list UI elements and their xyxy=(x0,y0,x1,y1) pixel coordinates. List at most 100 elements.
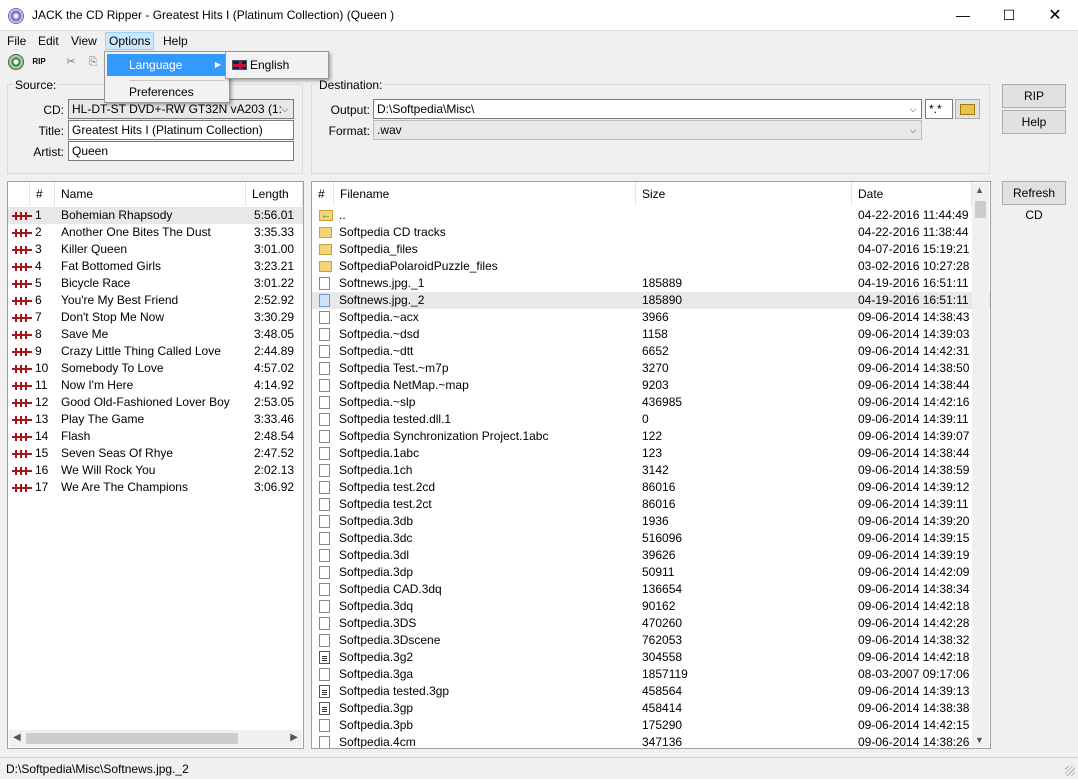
file-row[interactable]: Softpedia.3pb 175290 09-06-2014 14:42:15 xyxy=(312,717,990,734)
column-header-size[interactable]: Size xyxy=(636,182,852,206)
menu-item-english[interactable]: English xyxy=(228,54,326,76)
copy-icon[interactable]: ⎘ xyxy=(84,53,102,71)
file-row[interactable]: Softpedia.3gp 458414 09-06-2014 14:38:38 xyxy=(312,700,990,717)
file-row[interactable]: Softnews.jpg._1 185889 04-19-2016 16:51:11 xyxy=(312,275,990,292)
track-list-header-icon[interactable] xyxy=(8,182,30,206)
track-row[interactable]: 10 Somebody To Love 4:57.02 xyxy=(8,360,303,377)
output-path-select[interactable]: D:\Softpedia\Misc\ ⌵ xyxy=(373,99,922,119)
scroll-left-icon[interactable]: ◀ xyxy=(13,732,21,743)
menu-file[interactable]: File xyxy=(4,33,29,51)
menu-view[interactable]: View xyxy=(68,33,100,51)
file-size: 1158 xyxy=(642,327,668,341)
file-row[interactable]: Softpedia CAD.3dq 136654 09-06-2014 14:38:… xyxy=(312,581,990,598)
scroll-up-icon[interactable]: ▲ xyxy=(975,185,984,195)
file-row[interactable]: Softpedia.1ch 3142 09-06-2014 14:38:59 xyxy=(312,462,990,479)
file-row[interactable]: SoftpediaPolaroidPuzzle_files 03-02-2016 … xyxy=(312,258,990,275)
file-row[interactable]: Softpedia.3ga 1857119 08-03-2007 09:17:06 xyxy=(312,666,990,683)
rip-button[interactable]: RIP xyxy=(1002,84,1066,108)
resize-grip-icon[interactable] xyxy=(1065,766,1075,776)
file-row[interactable]: Softpedia tested.3gp 458564 09-06-2014 14:… xyxy=(312,683,990,700)
rip-toolbar-button[interactable]: RIP xyxy=(30,53,48,71)
file-row[interactable]: Softpedia.3Dscene 762053 09-06-2014 14:38:… xyxy=(312,632,990,649)
track-row[interactable]: 1 Bohemian Rhapsody 5:56.01 xyxy=(8,207,303,224)
menu-options[interactable]: Options xyxy=(105,32,155,50)
file-row[interactable]: Softpedia.1abc 123 09-06-2014 14:38:44 xyxy=(312,445,990,462)
file-row[interactable]: Softpedia NetMap.~map 9203 09-06-2014 14:3… xyxy=(312,377,990,394)
format-select[interactable]: .wav ⌵ xyxy=(373,120,922,140)
file-row[interactable]: Softpedia Test.~m7p 3270 09-06-2014 14:38:… xyxy=(312,360,990,377)
cd-label: CD: xyxy=(43,103,64,117)
file-row[interactable]: Softpedia.~dtt 6652 09-06-2014 14:42:31 xyxy=(312,343,990,360)
track-row[interactable]: 13 Play The Game 3:33.46 xyxy=(8,411,303,428)
menu-item-preferences[interactable]: Preferences xyxy=(107,81,227,103)
file-row[interactable]: Softpedia.3dp 50911 09-06-2014 14:42:09 xyxy=(312,564,990,581)
file-row[interactable]: Softpedia.3dc 516096 09-06-2014 14:39:15 xyxy=(312,530,990,547)
track-row[interactable]: 2 Another One Bites The Dust 3:35.33 xyxy=(8,224,303,241)
file-row[interactable]: Softpedia test.2cd 86016 09-06-2014 14:39:… xyxy=(312,479,990,496)
horizontal-scrollbar[interactable]: ◀ ▶ xyxy=(9,730,302,747)
scroll-right-icon[interactable]: ▶ xyxy=(290,732,298,743)
track-row[interactable]: 12 Good Old-Fashioned Lover Boy 2:53.05 xyxy=(8,394,303,411)
file-row[interactable]: Softpedia CD tracks 04-22-2016 11:38:44 xyxy=(312,224,990,241)
scroll-down-icon[interactable]: ▼ xyxy=(975,735,984,745)
file-row[interactable]: Softpedia tested.dll.1 0 09-06-2014 14:39:… xyxy=(312,411,990,428)
maximize-button[interactable]: ☐ xyxy=(986,0,1032,31)
file-row[interactable]: Softpedia test.2ct 86016 09-06-2014 14:39:… xyxy=(312,496,990,513)
menu-item-language[interactable]: Language ▶ xyxy=(107,54,227,76)
column-header-name[interactable]: Name xyxy=(55,182,246,206)
track-row[interactable]: 5 Bicycle Race 3:01.22 xyxy=(8,275,303,292)
track-row[interactable]: 7 Don't Stop Me Now 3:30.29 xyxy=(8,309,303,326)
minimize-button[interactable]: — xyxy=(940,0,986,31)
file-row[interactable]: Softpedia.3g2 304558 09-06-2014 14:42:18 xyxy=(312,649,990,666)
file-row[interactable]: .. 04-22-2016 11:44:49 xyxy=(312,207,990,224)
track-row[interactable]: 8 Save Me 3:48.05 xyxy=(8,326,303,343)
refresh-cd-button[interactable]: Refresh CD xyxy=(1002,181,1066,222)
file-filter-input[interactable]: *.* xyxy=(925,99,953,119)
file-date: 09-06-2014 14:39:11 xyxy=(858,412,969,426)
file-row[interactable]: Softpedia.4cm 347136 09-06-2014 14:38:26 xyxy=(312,734,990,749)
column-header-number[interactable]: # xyxy=(30,182,55,206)
scrollbar-thumb[interactable] xyxy=(26,733,238,744)
file-row[interactable]: Softpedia_files 04-07-2016 15:19:21 xyxy=(312,241,990,258)
browse-folder-button[interactable] xyxy=(955,99,980,119)
cut-icon[interactable]: ✂ xyxy=(62,53,80,71)
column-header-length[interactable]: Length xyxy=(246,182,303,206)
language-label: Language xyxy=(129,58,183,72)
track-name: Another One Bites The Dust xyxy=(61,225,211,239)
file-row[interactable]: Softpedia.3db 1936 09-06-2014 14:39:20 xyxy=(312,513,990,530)
close-button[interactable]: ✕ xyxy=(1032,0,1078,31)
column-header-filename[interactable]: Filename xyxy=(334,182,636,206)
column-header-number[interactable]: # xyxy=(312,182,334,206)
track-row[interactable]: 4 Fat Bottomed Girls 3:23.21 xyxy=(8,258,303,275)
file-row[interactable]: Softpedia.~dsd 1158 09-06-2014 14:39:03 xyxy=(312,326,990,343)
column-header-date[interactable]: Date xyxy=(852,182,972,206)
help-button[interactable]: Help xyxy=(1002,110,1066,134)
track-name: Now I'm Here xyxy=(61,378,134,392)
track-row[interactable]: 6 You're My Best Friend 2:52.92 xyxy=(8,292,303,309)
track-list[interactable]: # Name Length 1 Bohemian Rhapsody 5:56.01 2… xyxy=(7,181,304,749)
file-list[interactable]: # Filename Size Date .. 04-22-2016 11:44:… xyxy=(311,181,991,749)
track-row[interactable]: 14 Flash 2:48.54 xyxy=(8,428,303,445)
cd-icon[interactable] xyxy=(8,54,24,70)
menu-edit[interactable]: Edit xyxy=(35,33,62,51)
file-row[interactable]: Softpedia.3dq 90162 09-06-2014 14:42:18 xyxy=(312,598,990,615)
file-row[interactable]: Softpedia Synchronization Project.1abc 12… xyxy=(312,428,990,445)
track-row[interactable]: 11 Now I'm Here 4:14.92 xyxy=(8,377,303,394)
video-file-icon xyxy=(319,651,330,664)
file-name: Softpedia.4cm xyxy=(339,735,416,749)
scrollbar-thumb[interactable] xyxy=(975,201,986,218)
track-row[interactable]: 17 We Are The Champions 3:06.92 xyxy=(8,479,303,496)
track-row[interactable]: 9 Crazy Little Thing Called Love 2:44.89 xyxy=(8,343,303,360)
track-row[interactable]: 16 We Will Rock You 2:02.13 xyxy=(8,462,303,479)
file-row[interactable]: Softpedia.~acx 3966 09-06-2014 14:38:43 xyxy=(312,309,990,326)
track-row[interactable]: 15 Seven Seas Of Rhye 2:47.52 xyxy=(8,445,303,462)
file-row[interactable]: Softnews.jpg._2 185890 04-19-2016 16:51:11 xyxy=(312,292,990,309)
file-row[interactable]: Softpedia.3DS 470260 09-06-2014 14:42:28 xyxy=(312,615,990,632)
track-row[interactable]: 3 Killer Queen 3:01.00 xyxy=(8,241,303,258)
artist-input[interactable]: Queen xyxy=(68,141,294,161)
file-row[interactable]: Softpedia.~slp 436985 09-06-2014 14:42:16 xyxy=(312,394,990,411)
title-input[interactable]: Greatest Hits I (Platinum Collection) xyxy=(68,120,294,140)
vertical-scrollbar[interactable]: ▲ ▼ xyxy=(972,183,989,747)
menu-help[interactable]: Help xyxy=(160,33,191,51)
file-row[interactable]: Softpedia.3dl 39626 09-06-2014 14:39:19 xyxy=(312,547,990,564)
